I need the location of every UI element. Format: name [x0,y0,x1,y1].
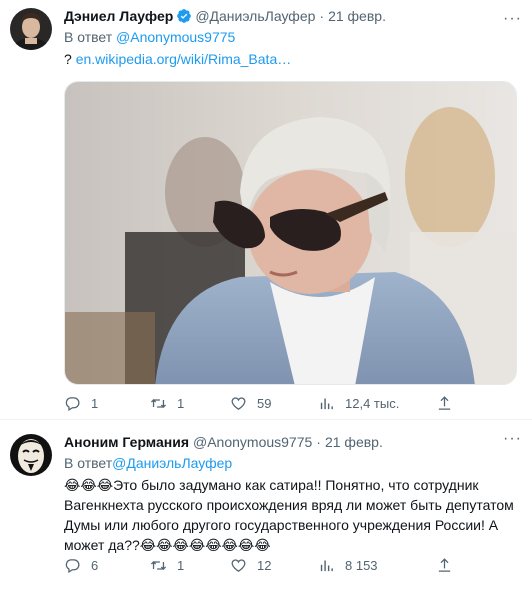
like-button[interactable]: 12 [230,557,318,574]
share-icon [438,558,451,572]
views-chart-icon [320,560,333,572]
separator-dot: · [319,8,325,24]
tweet-image[interactable] [64,81,517,385]
separator-dot: · [316,434,321,450]
avatar[interactable] [10,8,52,50]
reply-count: 1 [91,396,99,411]
tweet-date[interactable]: 21 февр. [328,8,386,24]
like-count: 12 [257,558,272,573]
retweet-icon [150,561,167,570]
tweet-text-prefix: ? [64,51,72,67]
retweet-button[interactable]: 1 [150,557,230,574]
views-button[interactable]: 12,4 тыс. [318,395,436,412]
views-chart-icon [320,398,333,410]
views-button[interactable]: 8 153 [318,557,436,574]
tweet-text: 😂😂😂Это было задумано как сатира!! Понятн… [64,477,514,553]
tweet[interactable]: ··· Дэниел Лауфер @ДаниэльЛауфер · 21 фе… [0,0,532,420]
share-button[interactable] [436,395,453,412]
tweet-actions: 6 1 12 8 153 [64,557,512,574]
retweet-button[interactable]: 1 [150,395,230,412]
share-icon [438,396,451,410]
reply-to-handle[interactable]: @ДаниэльЛауфер [112,455,232,471]
heart-icon [231,397,246,410]
reply-count: 6 [91,558,99,573]
retweet-count: 1 [177,558,185,573]
reply-context: В ответ@ДаниэльЛауфер [64,455,520,473]
author-name[interactable]: Дэниел Лауфер [64,8,173,24]
like-button[interactable]: 59 [230,395,318,412]
verified-badge-icon [177,9,192,23]
reply-to-handle[interactable]: @Anonymous9775 [116,29,235,45]
author-handle[interactable]: @ДаниэльЛауфер [195,8,315,24]
wikipedia-link[interactable]: en.wikipedia.org/wiki/Rima_Bata… [76,51,292,67]
reply-button[interactable]: 6 [64,557,150,574]
avatar[interactable] [10,434,52,476]
tweet-date[interactable]: 21 февр. [325,434,383,450]
author-name[interactable]: Аноним Германия [64,434,189,450]
tweet-text: ? en.wikipedia.org/wiki/Rima_Bata… [64,49,520,69]
reply-context: В ответ @Anonymous9775 [64,29,520,47]
reply-icon [65,559,80,574]
reply-button[interactable]: 1 [64,395,150,412]
reply-icon [65,397,80,412]
views-count: 12,4 тыс. [345,396,400,411]
reply-prefix: В ответ [64,29,113,45]
author-handle[interactable]: @Anonymous9775 [193,434,312,450]
retweet-count: 1 [177,396,185,411]
share-button[interactable] [436,557,453,574]
views-count: 8 153 [345,558,378,573]
like-count: 59 [257,396,272,411]
reply-prefix: В ответ [64,455,113,471]
heart-icon [231,559,246,572]
tweet-actions: 1 1 59 12,4 тыс. [64,395,512,412]
retweet-icon [150,399,167,408]
